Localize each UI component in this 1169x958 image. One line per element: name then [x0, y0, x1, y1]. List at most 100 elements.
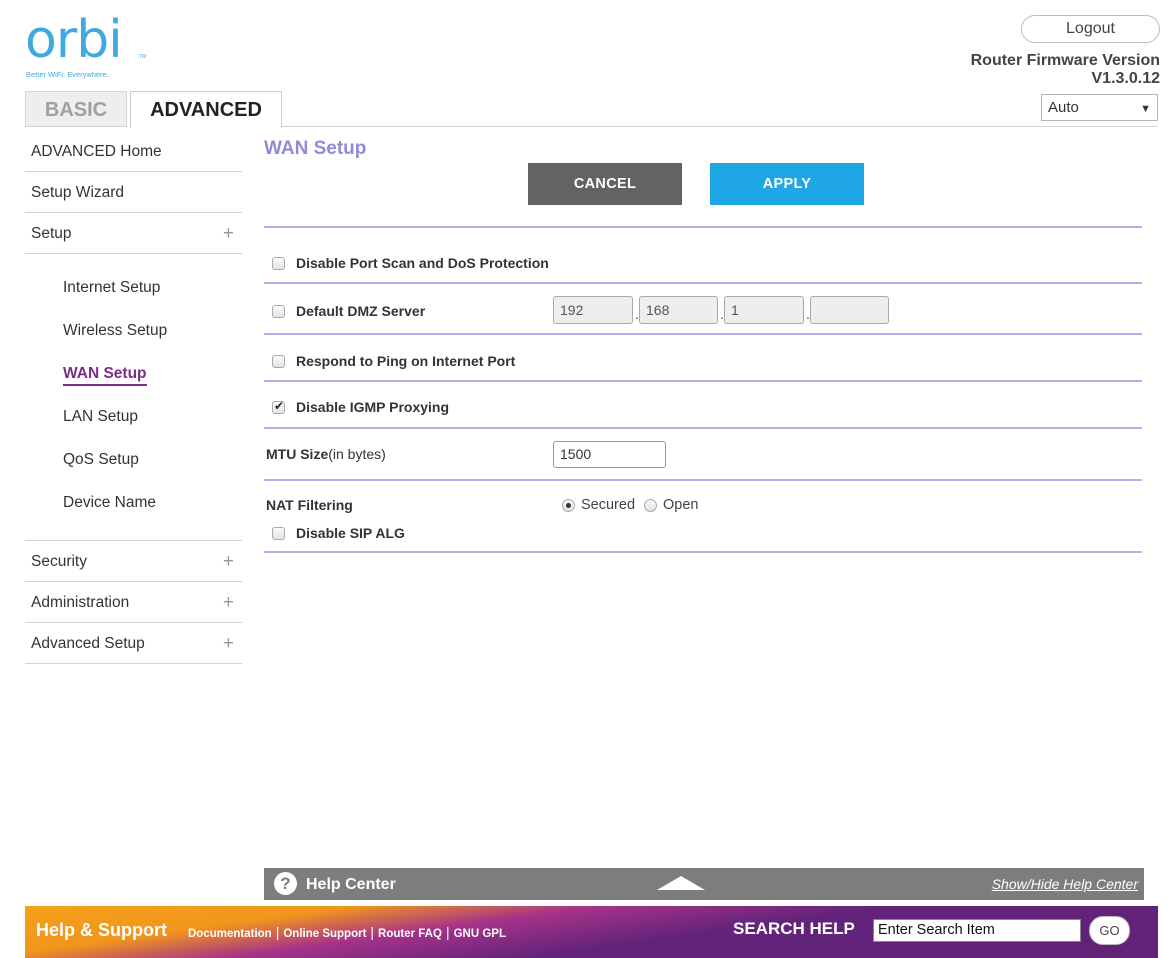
disable-igmp-checkbox[interactable] [272, 399, 285, 414]
gnu-gpl-link[interactable]: GNU GPL [454, 928, 506, 940]
search-help-input[interactable]: Enter Search Item [873, 919, 1081, 942]
sidebar-item-label: Administration [31, 594, 130, 611]
firmware-label: Router Firmware Version [970, 52, 1160, 69]
nat-open-label: Open [663, 497, 699, 513]
sidebar-item-label: ADVANCED Home [31, 143, 162, 160]
dmz-ip-octet-2[interactable]: 168 [639, 296, 718, 324]
sidebar-item-advanced-setup[interactable]: Advanced Setup + [25, 623, 242, 664]
respond-ping-label: Respond to Ping on Internet Port [296, 353, 516, 369]
help-question-icon: ? [274, 872, 297, 895]
sidebar-nav: ADVANCED Home Setup Wizard Setup + Inter… [25, 131, 242, 664]
subitem-label: Device Name [63, 494, 157, 511]
expand-up-arrow-icon[interactable] [657, 876, 705, 890]
disable-port-scan-row: Disable Port Scan and DoS Protection [272, 255, 549, 271]
section-divider [264, 226, 1142, 228]
sidebar-subitem-qos-setup[interactable]: QoS Setup [25, 438, 242, 481]
disable-sip-checkbox[interactable] [272, 526, 285, 540]
language-value: Auto [1048, 99, 1079, 116]
nat-secured-label: Secured [581, 497, 636, 513]
sidebar-subitem-lan-setup[interactable]: LAN Setup [25, 395, 242, 438]
help-center-bar: ? Help Center Show/Hide Help Center [264, 868, 1144, 900]
dmz-ip-octet-3[interactable]: 1 [724, 296, 804, 324]
dmz-ip-octet-4[interactable] [810, 296, 889, 324]
respond-ping-row: Respond to Ping on Internet Port [272, 353, 515, 369]
footer-links: Documentation | Online Support | Router FAQ |… [188, 924, 506, 940]
subitem-label: Wireless Setup [63, 322, 168, 339]
sidebar-subitem-wireless-setup[interactable]: Wireless Setup [25, 309, 242, 352]
nat-filtering-radio-group: Secured Open [562, 497, 708, 513]
sidebar-item-label: Setup Wizard [31, 184, 125, 201]
help-support-footer: Help & Support Documentation | Online Supp… [25, 906, 1158, 958]
show-hide-help-link[interactable]: Show/Hide Help Center [992, 876, 1138, 892]
mtu-unit-text: (in bytes) [328, 446, 386, 462]
footer-title: Help & Support [36, 920, 167, 940]
sidebar-item-setup-wizard[interactable]: Setup Wizard [25, 172, 242, 213]
sidebar-item-administration[interactable]: Administration + [25, 582, 242, 623]
dmz-ip-octet-1[interactable]: 192 [553, 296, 633, 324]
disable-port-scan-checkbox[interactable] [272, 256, 285, 270]
section-divider [264, 333, 1142, 335]
documentation-link[interactable]: Documentation [188, 928, 272, 940]
section-divider [264, 427, 1142, 429]
subitem-label: LAN Setup [63, 408, 138, 425]
link-separator: | [445, 924, 450, 940]
nat-label-text: NAT Filtering [266, 497, 353, 513]
sidebar-item-advanced-home[interactable]: ADVANCED Home [25, 131, 242, 172]
setup-submenu: Internet Setup Wireless Setup WAN Setup … [25, 266, 242, 541]
expand-plus-icon[interactable]: + [223, 541, 234, 582]
default-dmz-row: Default DMZ Server [272, 303, 425, 319]
section-divider [264, 380, 1142, 382]
tab-divider [282, 126, 1158, 127]
mtu-size-input[interactable]: 1500 [553, 441, 666, 468]
page-title: WAN Setup [264, 138, 367, 159]
tab-advanced[interactable]: ADVANCED [130, 91, 282, 128]
sidebar-item-setup[interactable]: Setup + [25, 213, 242, 254]
online-support-link[interactable]: Online Support [283, 928, 366, 940]
subitem-label: WAN Setup [63, 365, 147, 386]
sidebar-item-label: Advanced Setup [31, 635, 145, 652]
mtu-size-label: MTU Size(in bytes) [266, 446, 386, 462]
expand-plus-icon[interactable]: + [223, 213, 234, 254]
disable-igmp-row: Disable IGMP Proxying [272, 399, 449, 415]
subitem-label: QoS Setup [63, 451, 139, 468]
sidebar-subitem-internet-setup[interactable]: Internet Setup [25, 266, 242, 309]
disable-igmp-label: Disable IGMP Proxying [296, 399, 450, 415]
apply-button[interactable]: APPLY [710, 163, 864, 205]
logo-wordmark: orbi [25, 10, 123, 70]
default-dmz-checkbox[interactable] [272, 304, 285, 318]
link-separator: | [370, 924, 375, 940]
help-center-title: Help Center [306, 876, 396, 893]
orbi-logo: orbi TM Better WiFi. Everywhere. [25, 10, 146, 79]
respond-ping-checkbox[interactable] [272, 354, 285, 368]
logout-button[interactable]: Logout [1021, 15, 1160, 43]
section-divider [264, 479, 1142, 481]
mtu-label-text: MTU Size [266, 446, 329, 462]
sidebar-item-label: Setup [31, 225, 72, 242]
section-divider [264, 282, 1142, 284]
search-help-label: SEARCH HELP [733, 919, 855, 938]
sidebar-item-label: Security [31, 553, 87, 570]
logo-tagline: Better WiFi. Everywhere. [26, 70, 109, 79]
expand-plus-icon[interactable]: + [223, 582, 234, 623]
default-dmz-label: Default DMZ Server [296, 303, 426, 319]
sidebar-subitem-device-name[interactable]: Device Name [25, 481, 242, 524]
router-faq-link[interactable]: Router FAQ [378, 928, 442, 940]
nat-open-radio[interactable] [644, 498, 658, 512]
tab-basic[interactable]: BASIC [25, 91, 127, 127]
disable-sip-row: Disable SIP ALG [272, 525, 405, 541]
language-select[interactable]: Auto ▼ [1041, 94, 1158, 121]
sidebar-item-security[interactable]: Security + [25, 541, 242, 582]
section-divider [264, 551, 1142, 553]
sidebar-subitem-wan-setup[interactable]: WAN Setup [25, 352, 242, 395]
dropdown-arrow-icon: ▼ [1140, 103, 1151, 115]
subitem-label: Internet Setup [63, 279, 161, 296]
expand-plus-icon[interactable]: + [223, 623, 234, 664]
go-button[interactable]: GO [1089, 916, 1130, 945]
firmware-version: V1.3.0.12 [1091, 70, 1161, 87]
nat-filtering-label: NAT Filtering [266, 497, 353, 513]
cancel-button[interactable]: CANCEL [528, 163, 682, 205]
nat-secured-radio[interactable] [562, 498, 575, 512]
disable-sip-label: Disable SIP ALG [296, 525, 405, 541]
logo-trademark: TM [139, 54, 147, 60]
link-separator: | [275, 924, 280, 940]
